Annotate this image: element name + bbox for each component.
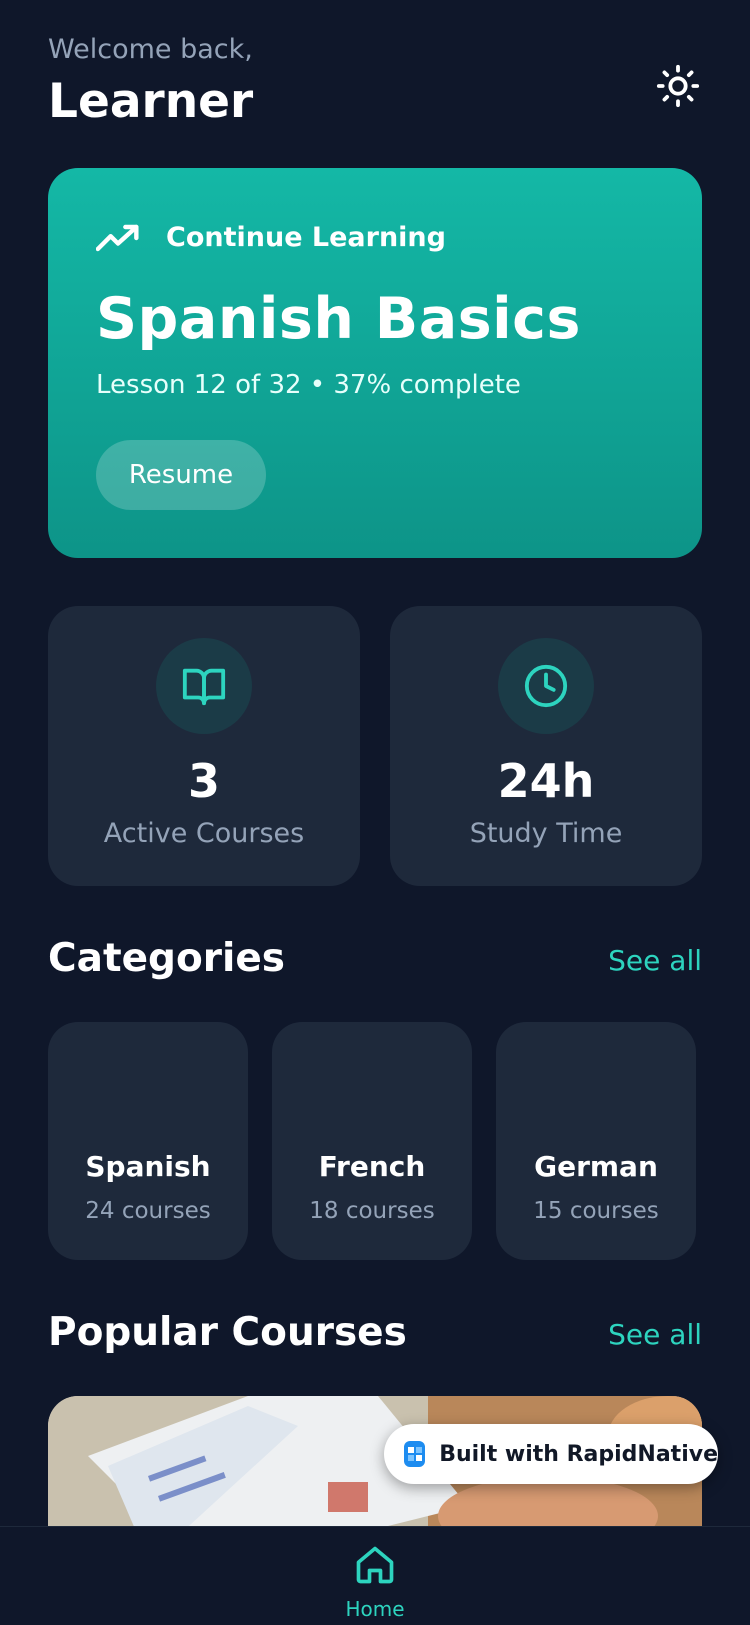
category-count: 18 courses: [309, 1198, 435, 1224]
popular-courses-title: Popular Courses: [48, 1310, 407, 1355]
stat-icon-badge: [498, 638, 594, 734]
category-card-spanish[interactable]: Spanish 24 courses: [48, 1022, 248, 1260]
category-card-french[interactable]: French 18 courses: [272, 1022, 472, 1260]
sun-icon: [656, 64, 700, 108]
category-count: 24 courses: [85, 1198, 211, 1224]
stat-icon-badge: [156, 638, 252, 734]
stat-value: 3: [187, 754, 220, 808]
stat-card-study-time: 24h Study Time: [390, 606, 702, 886]
book-open-icon: [182, 668, 226, 706]
category-card-german[interactable]: German 15 courses: [496, 1022, 696, 1260]
trending-up-icon: [96, 224, 139, 251]
course-progress-text: Lesson 12 of 32 • 37% complete: [96, 370, 521, 400]
category-name: German: [534, 1150, 658, 1183]
categories-title: Categories: [48, 936, 286, 981]
built-with-text: Built with RapidNative: [439, 1441, 718, 1467]
stat-label: Active Courses: [103, 818, 305, 849]
rapidnative-logo-mark: [407, 1447, 422, 1461]
stat-card-active-courses: 3 Active Courses: [48, 606, 360, 886]
home-icon: [356, 1546, 394, 1584]
popular-see-all-link[interactable]: See all: [608, 1318, 702, 1351]
welcome-text: Welcome back,: [48, 34, 253, 65]
course-title: Spanish Basics: [96, 286, 581, 352]
category-count: 15 courses: [533, 1198, 659, 1224]
rapidnative-logo-icon: [404, 1441, 426, 1467]
theme-toggle-button[interactable]: [650, 58, 706, 114]
resume-button[interactable]: Resume: [96, 440, 266, 510]
nav-home-label: Home: [345, 1597, 405, 1621]
continue-learning-label: Continue Learning: [166, 222, 446, 253]
continue-learning-kicker: Continue Learning: [96, 222, 446, 253]
bottom-navigation: Home: [0, 1526, 750, 1625]
nav-tab-home[interactable]: Home: [325, 1527, 425, 1625]
category-name: French: [318, 1150, 426, 1183]
clock-icon: [524, 664, 568, 708]
user-name: Learner: [48, 74, 254, 129]
categories-see-all-link[interactable]: See all: [608, 944, 702, 977]
stat-value: 24h: [497, 754, 595, 808]
built-with-badge[interactable]: Built with RapidNative: [384, 1424, 718, 1484]
category-name: Spanish: [85, 1150, 211, 1183]
continue-learning-card[interactable]: Continue Learning Spanish Basics Lesson …: [48, 168, 702, 558]
stat-label: Study Time: [469, 818, 623, 849]
